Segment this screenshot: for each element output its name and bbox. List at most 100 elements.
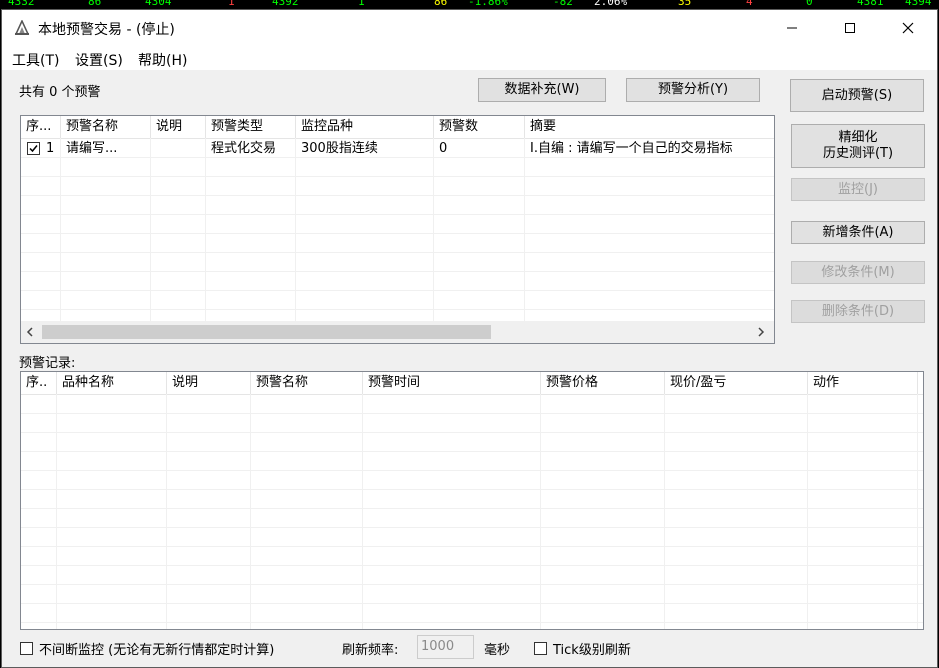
title-bar[interactable]: 本地预警交易 - (停止) [2, 10, 937, 46]
grid-line [540, 394, 541, 629]
alert-count: 0 [439, 141, 448, 156]
column-header[interactable]: 预警名称 [61, 116, 151, 138]
column-header[interactable]: 预警价格 [541, 372, 665, 394]
alert-type: 程式化交易 [211, 141, 277, 156]
alert-records-label: 预警记录: [19, 356, 76, 371]
row-index: 1 [46, 141, 55, 156]
grid-line [56, 394, 57, 629]
quote-value: 4381 [857, 0, 884, 8]
grid-line [21, 603, 923, 604]
column-header[interactable]: 预警时间 [363, 372, 541, 394]
menu-bar: 工具(T) 设置(S) 帮助(H) [2, 46, 937, 70]
grid-line [21, 271, 774, 272]
scrollbar-thumb[interactable] [42, 325, 491, 339]
minimize-icon [787, 27, 797, 29]
quote-value: 86 [434, 0, 448, 8]
scroll-left-icon[interactable] [25, 327, 35, 337]
grid-line [21, 622, 923, 623]
grid-line [21, 451, 923, 452]
column-header[interactable]: 说明 [167, 372, 251, 394]
grid-line [21, 195, 774, 196]
column-header[interactable]: 动作 [808, 372, 918, 394]
continuous-monitor-label[interactable]: 不间断监控 (无论有无新行情都定时计算) [39, 639, 274, 658]
quote-value: 4304 [145, 0, 172, 8]
quote-value: -1.86% [468, 0, 508, 8]
alert-name: 请编写... [66, 141, 118, 156]
row-checkbox[interactable] [27, 142, 40, 155]
grid-line [21, 214, 774, 215]
grid-line [250, 394, 251, 629]
column-header[interactable]: 预警名称 [251, 372, 363, 394]
grid-line [205, 138, 206, 321]
modify-condition-button[interactable]: 修改条件(M) [791, 261, 925, 284]
column-header[interactable]: 现价/盈亏 [665, 372, 808, 394]
quote-value: -82 [553, 0, 573, 8]
grid-line [664, 394, 665, 629]
grid-line [21, 584, 923, 585]
backtest-button[interactable]: 精细化 历史测评(T) [791, 124, 925, 168]
column-header[interactable]: 序.. [21, 372, 57, 394]
grid-line [166, 394, 167, 629]
column-header[interactable]: 品种名称 [57, 372, 167, 394]
quote-value: 1 [358, 0, 365, 8]
grid-line [21, 176, 774, 177]
quote-value: 4332 [8, 0, 35, 8]
grid-line [21, 413, 923, 414]
grid-line [21, 252, 774, 253]
menu-settings[interactable]: 设置(S) [75, 50, 123, 70]
quote-value: 35 [678, 0, 692, 8]
alert-trading-window: 本地预警交易 - (停止) 工具(T) 设置(S) 帮助(H) 共有 0 个预警… [1, 9, 938, 668]
horizontal-scrollbar[interactable] [21, 321, 774, 343]
maximize-icon [845, 23, 855, 33]
maximize-button[interactable] [821, 10, 879, 46]
alerts-table[interactable]: 序... 预警名称 说明 预警类型 监控品种 预警数 摘要 1 请编写... 程… [20, 115, 775, 344]
column-header[interactable]: 预警数 [434, 116, 525, 138]
grid-line [21, 508, 923, 509]
quote-value: 86 [88, 0, 102, 8]
backtest-button-line2: 历史测评(T) [822, 146, 894, 161]
add-condition-button[interactable]: 新增条件(A) [791, 221, 925, 244]
column-header[interactable]: 监控品种 [296, 116, 434, 138]
quote-value: 4394 [905, 0, 932, 8]
column-header[interactable]: 摘要 [525, 116, 774, 138]
column-header[interactable]: 序... [21, 116, 61, 138]
grid-line [21, 432, 923, 433]
quote-value: 1 [228, 0, 235, 8]
menu-help[interactable]: 帮助(H) [138, 50, 187, 70]
grid-line [21, 565, 923, 566]
tick-refresh-label[interactable]: Tick级别刷新 [553, 639, 631, 658]
grid-line [21, 470, 923, 471]
tick-refresh-checkbox[interactable] [534, 642, 547, 655]
alert-count-label: 共有 0 个预警 [19, 85, 101, 100]
alert-records-table[interactable]: 序.. 品种名称 说明 预警名称 预警时间 预警价格 现价/盈亏 动作 [20, 371, 924, 630]
grid-line [433, 138, 434, 321]
grid-line [362, 394, 363, 629]
quote-value: 4 [746, 0, 753, 8]
alert-analysis-button[interactable]: 预警分析(Y) [626, 78, 760, 102]
refresh-rate-label: 刷新频率: [342, 643, 399, 658]
grid-line [60, 138, 61, 321]
alert-summary: I.自编 : 请编写一个自己的交易指标 [530, 141, 733, 156]
grid-line [21, 546, 923, 547]
scroll-right-icon[interactable] [756, 327, 766, 337]
delete-condition-button[interactable]: 删除条件(D) [791, 300, 925, 323]
column-header[interactable]: 预警类型 [206, 116, 296, 138]
app-icon [14, 20, 30, 35]
minimize-button[interactable] [763, 10, 821, 46]
refresh-unit-label: 毫秒 [484, 643, 511, 658]
quote-value: 2.06% [594, 0, 628, 8]
menu-tools[interactable]: 工具(T) [12, 50, 59, 70]
data-fill-button[interactable]: 数据补充(W) [478, 78, 606, 102]
grid-line [150, 138, 151, 321]
close-button[interactable] [879, 10, 937, 46]
refresh-rate-input[interactable]: 1000 [417, 635, 474, 659]
backtest-button-line1: 精细化 [838, 130, 878, 145]
grid-line [21, 527, 923, 528]
continuous-monitor-checkbox[interactable] [20, 642, 33, 655]
grid-line [807, 394, 808, 629]
monitor-button[interactable]: 监控(J) [791, 178, 925, 201]
quote-value: 4392 [272, 0, 299, 8]
column-header[interactable]: 说明 [151, 116, 206, 138]
start-alert-button[interactable]: 启动预警(S) [790, 79, 924, 112]
quote-value: 0 [806, 0, 813, 8]
